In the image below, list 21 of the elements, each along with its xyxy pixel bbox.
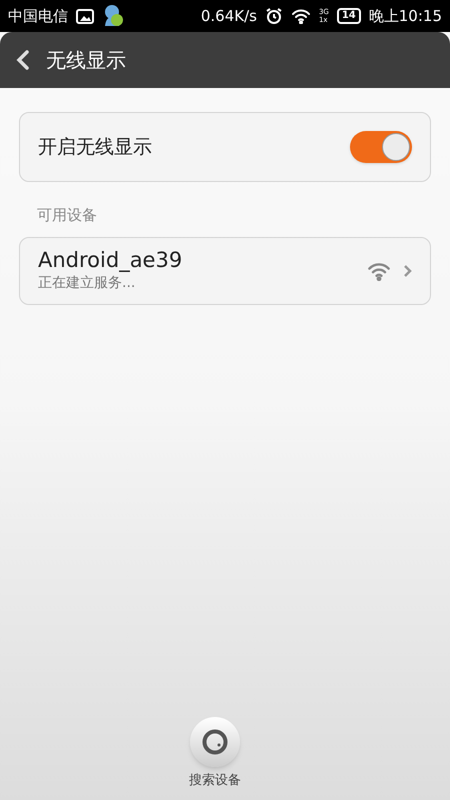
search-devices-button[interactable] xyxy=(190,716,240,766)
wifi-icon xyxy=(290,8,311,24)
search-devices-label: 搜索设备 xyxy=(189,772,241,790)
device-item[interactable]: Android_ae39 正在建立服务... xyxy=(19,236,431,304)
toggle-switch[interactable] xyxy=(350,131,412,163)
chat-app-icon xyxy=(102,4,126,28)
back-icon[interactable] xyxy=(16,49,30,71)
carrier-name: 中国电信 xyxy=(8,6,68,27)
battery-level: 14 xyxy=(336,8,361,24)
radar-icon xyxy=(202,728,228,754)
image-icon xyxy=(76,8,94,24)
network-speed: 0.64K/s xyxy=(200,6,257,27)
chevron-right-icon xyxy=(403,264,412,278)
device-name: Android_ae39 xyxy=(38,247,184,273)
clock-time: 晚上10:15 xyxy=(368,6,442,27)
section-label: 可用设备 xyxy=(36,205,98,226)
wifi-icon xyxy=(367,260,391,280)
alarm-icon xyxy=(264,7,283,25)
device-status: 正在建立服务... xyxy=(38,274,136,293)
setting-label: 开启无线显示 xyxy=(38,134,153,160)
page-title: 无线显示 xyxy=(46,47,126,74)
